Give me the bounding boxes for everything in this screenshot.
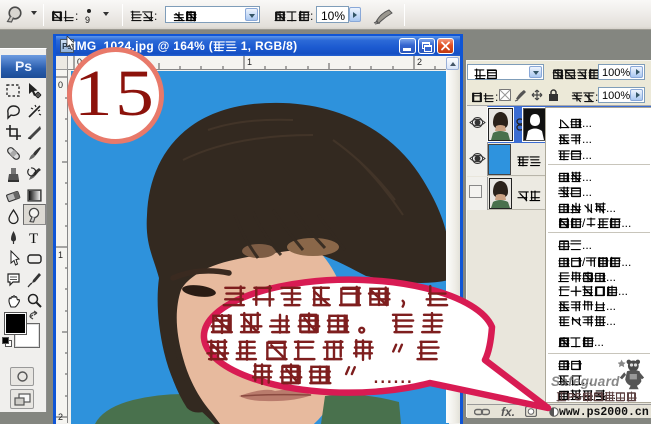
svg-text:2: 2 <box>417 57 422 67</box>
svg-text:2: 2 <box>58 412 63 422</box>
svg-text:T: T <box>29 231 38 246</box>
svg-text:1: 1 <box>58 250 63 260</box>
svg-text:1: 1 <box>247 57 252 67</box>
svg-text:0: 0 <box>58 80 63 90</box>
